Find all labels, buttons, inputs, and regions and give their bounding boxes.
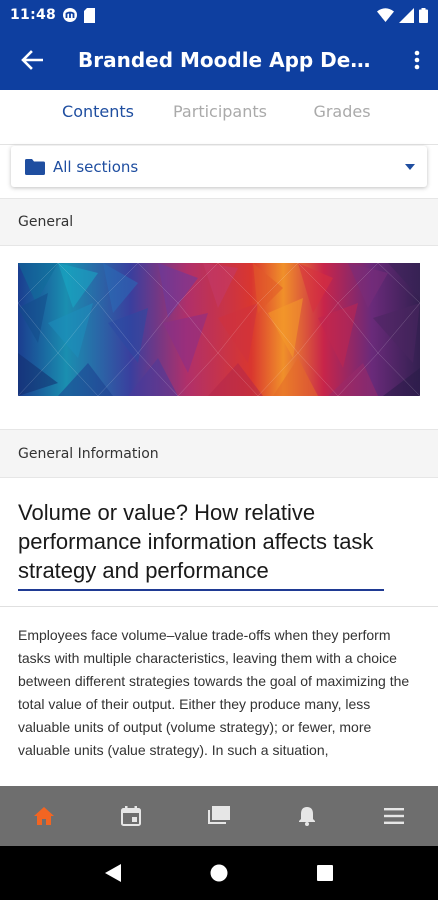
- messages-icon: [207, 806, 230, 824]
- home-icon: [33, 807, 54, 825]
- status-time: 11:48: [10, 7, 57, 23]
- section-header-general-information[interactable]: General Information: [0, 429, 438, 478]
- signal-icon: [399, 7, 414, 23]
- arrow-back-icon: [21, 50, 43, 70]
- chevron-down-icon: [405, 163, 415, 170]
- system-navigation-bar: [0, 846, 438, 900]
- battery-icon: [419, 7, 428, 23]
- bottom-navigation: [0, 786, 438, 846]
- more-options-button[interactable]: [396, 30, 438, 90]
- moodle-notification-icon: [63, 8, 78, 22]
- nav-messages-button[interactable]: [189, 786, 249, 846]
- wifi-icon: [377, 8, 394, 22]
- nav-home-button[interactable]: [14, 786, 74, 846]
- calendar-icon: [121, 806, 142, 826]
- circle-home-icon: [210, 864, 228, 882]
- section-header-general[interactable]: General: [0, 198, 438, 246]
- system-recents-button[interactable]: [305, 853, 345, 893]
- tab-contents[interactable]: Contents: [37, 90, 159, 154]
- menu-icon: [384, 808, 405, 824]
- system-home-button[interactable]: [199, 853, 239, 893]
- nav-calendar-button[interactable]: [101, 786, 161, 846]
- tab-participants[interactable]: Participants: [159, 90, 281, 144]
- article-title: Volume or value? How relative performanc…: [18, 498, 384, 591]
- section-selector-label: All sections: [53, 157, 139, 176]
- sd-card-icon: [84, 7, 96, 23]
- course-tabs: Contents Participants Grades: [0, 90, 438, 154]
- system-back-button[interactable]: [93, 853, 133, 893]
- status-bar: 11:48: [0, 0, 438, 30]
- course-title: Branded Moodle App Demo ...: [78, 48, 396, 72]
- folder-icon: [25, 158, 45, 175]
- square-recents-icon: [317, 865, 333, 881]
- section-title-general-information: General Information: [18, 445, 159, 462]
- triangle-back-icon: [105, 864, 121, 882]
- divider: [0, 606, 438, 607]
- more-vert-icon: [414, 50, 420, 70]
- back-button[interactable]: [0, 30, 64, 90]
- section-title-general: General: [18, 214, 74, 230]
- nav-menu-button[interactable]: [364, 786, 424, 846]
- tab-grades[interactable]: Grades: [281, 90, 403, 144]
- section-selector[interactable]: All sections: [11, 146, 427, 187]
- nav-notifications-button[interactable]: [277, 786, 337, 846]
- course-banner-image: [18, 263, 420, 396]
- app-bar: Branded Moodle App Demo ...: [0, 30, 438, 90]
- article-body: Employees face volume–value trade-offs w…: [18, 627, 410, 758]
- notifications-icon: [298, 807, 315, 826]
